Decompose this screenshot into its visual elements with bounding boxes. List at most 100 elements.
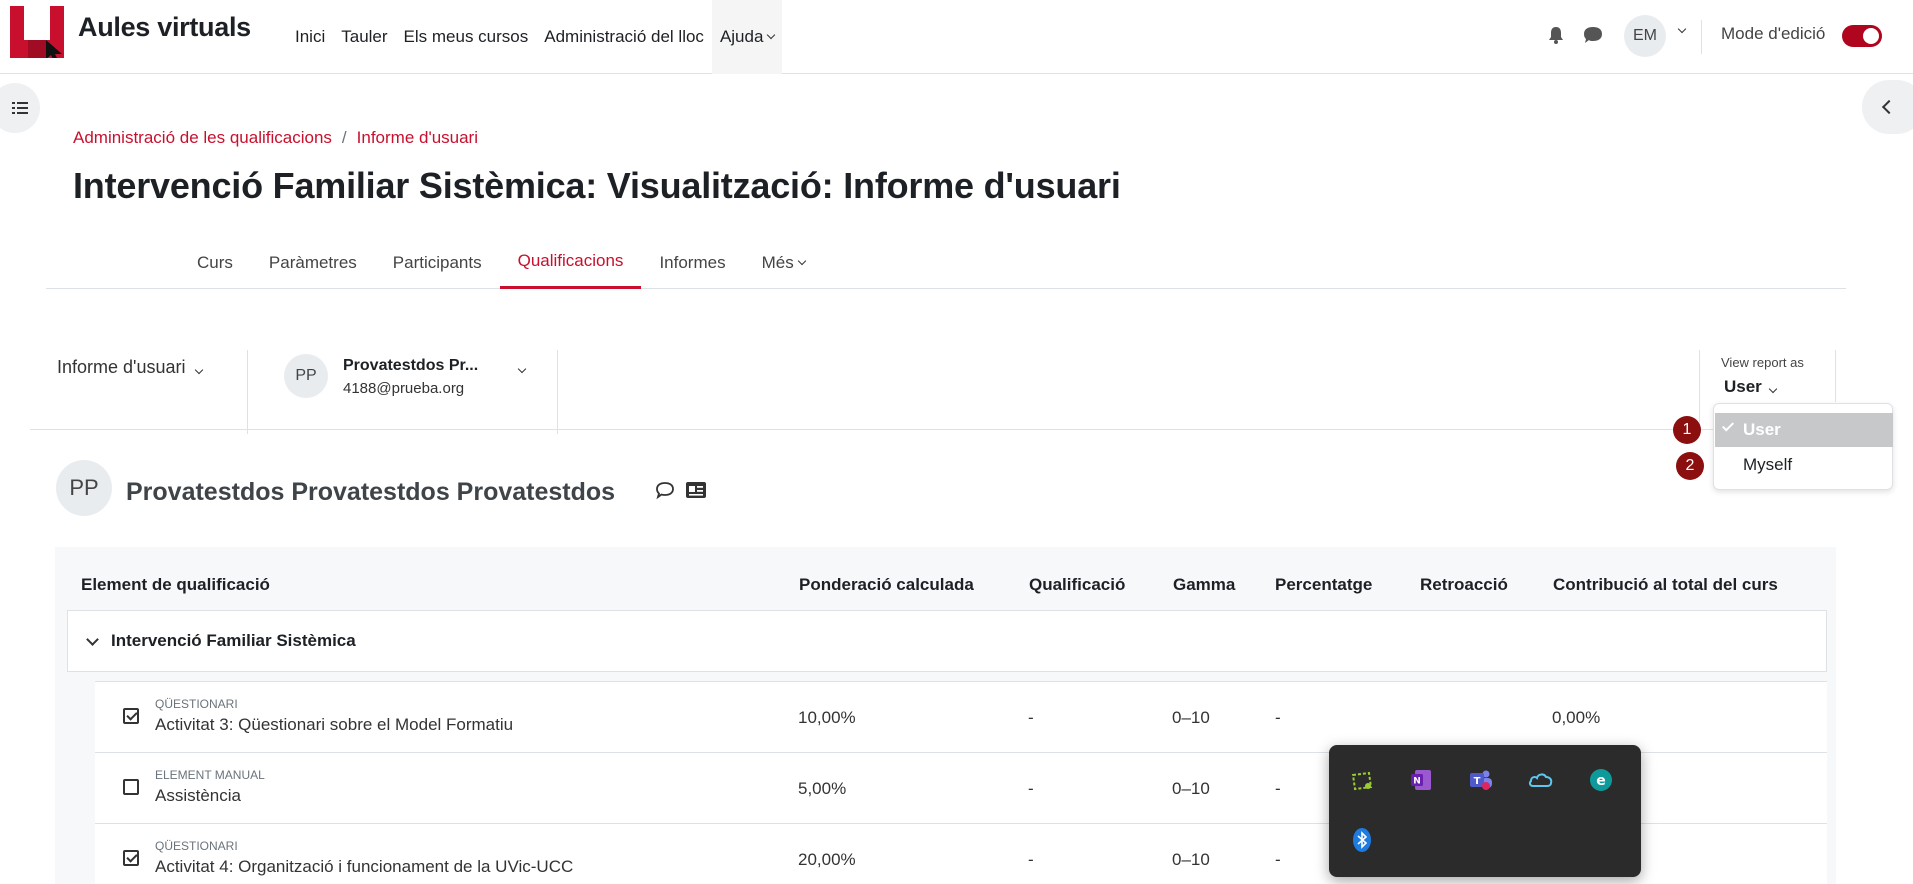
tab-qualificacions[interactable]: Qualificacions	[499, 236, 642, 289]
marker-label: 2	[1685, 457, 1695, 474]
nav-item-label: Inici	[295, 27, 326, 46]
avatar-initials: PP	[295, 367, 317, 384]
step-marker-1: 1	[1673, 416, 1701, 444]
chevron-down-icon	[797, 256, 806, 265]
item-name-link[interactable]: Activitat 4: Organització i funcionament…	[155, 857, 573, 877]
selected-user-avatar: PP	[284, 354, 328, 398]
nav-item-label: Ajuda	[719, 27, 764, 46]
report-selector[interactable]: Informe d'usuari	[57, 357, 203, 378]
view-report-as-selector[interactable]: User	[1724, 377, 1778, 397]
eset-icon[interactable]: e	[1588, 767, 1614, 793]
course-index-drawer-toggle[interactable]	[0, 83, 40, 133]
svg-text:T: T	[1474, 776, 1481, 787]
divider	[1835, 350, 1836, 402]
user-profile-card-icon[interactable]	[686, 481, 706, 499]
nav-item-tauler[interactable]: Tauler	[333, 0, 395, 74]
column-header-grade: Qualificació	[1029, 575, 1126, 594]
chevron-down-icon	[194, 365, 203, 375]
system-tray-overflow: N T e	[1329, 745, 1641, 877]
list-icon	[12, 102, 28, 114]
item-type: Qüestionari	[155, 839, 238, 853]
tab-mes[interactable]: Més	[744, 236, 823, 289]
avatar-initials: EM	[1633, 27, 1657, 44]
tab-parametres[interactable]: Paràmetres	[251, 236, 375, 289]
column-header-weight: Ponderació calculada	[799, 575, 974, 594]
site-name[interactable]: Aules virtuals	[78, 12, 251, 43]
divider	[1701, 20, 1702, 54]
svg-text:e: e	[1596, 773, 1606, 789]
quiz-icon	[123, 850, 139, 866]
view-report-as-value: User	[1724, 377, 1762, 396]
tab-label: Curs	[197, 252, 233, 272]
bluetooth-icon[interactable]	[1349, 827, 1375, 853]
nav-item-my-courses[interactable]: Els meus cursos	[396, 0, 537, 74]
message-user-icon[interactable]	[655, 480, 675, 500]
edit-mode-label: Mode d'edició	[1721, 24, 1826, 43]
grade-cell: -	[1028, 708, 1034, 727]
user-selector-chevron-down-icon[interactable]	[517, 364, 527, 374]
chevron-down-icon	[1768, 384, 1778, 394]
grade-cell: -	[1028, 850, 1034, 869]
tab-label: Paràmetres	[268, 252, 357, 272]
dropdown-option-user[interactable]: User	[1715, 413, 1893, 447]
report-selector-label: Informe d'usuari	[57, 357, 186, 377]
notifications-bell-icon[interactable]	[1546, 25, 1566, 45]
chevron-down-icon[interactable]	[86, 633, 99, 646]
site-logo[interactable]	[10, 6, 64, 58]
primary-nav: Inici Tauler Els meus cursos Administrac…	[287, 0, 783, 74]
nav-item-site-admin[interactable]: Administració del lloc	[536, 0, 712, 74]
item-type: Element manual	[155, 768, 265, 782]
nav-item-inici[interactable]: Inici	[287, 0, 333, 74]
block-drawer-toggle[interactable]	[1862, 80, 1913, 134]
teams-icon[interactable]: T	[1468, 767, 1494, 793]
step-marker-2: 2	[1676, 452, 1704, 480]
nav-item-label: Administració del lloc	[544, 27, 704, 46]
chevron-down-icon[interactable]	[1677, 24, 1687, 34]
top-navbar: Aules virtuals Inici Tauler Els meus cur…	[0, 0, 1913, 74]
marker-label: 1	[1682, 421, 1692, 438]
snipping-tool-icon[interactable]	[1349, 767, 1375, 793]
user-menu-avatar[interactable]: EM	[1624, 15, 1666, 57]
breadcrumb-link-grade-admin[interactable]: Administració de les qualificacions	[73, 128, 332, 148]
percentage-cell: -	[1275, 708, 1281, 727]
item-type: Qüestionari	[155, 697, 238, 711]
svg-text:N: N	[1413, 777, 1421, 787]
item-name-link[interactable]: Activitat 3: Qüestionari sobre el Model …	[155, 715, 513, 735]
category-row[interactable]: Intervenció Familiar Sistèmica	[67, 610, 1827, 672]
tab-label: Qualificacions	[517, 251, 624, 270]
percentage-cell: -	[1275, 850, 1281, 869]
table-row: Qüestionari Activitat 3: Qüestionari sob…	[95, 681, 1827, 752]
manual-item-icon	[123, 779, 139, 795]
option-label: User	[1743, 420, 1781, 439]
column-header-feedback: Retroacció	[1420, 575, 1508, 594]
check-icon	[1721, 419, 1735, 432]
breadcrumb-separator: /	[341, 128, 347, 147]
tab-participants[interactable]: Participants	[375, 236, 500, 289]
range-cell: 0–10	[1172, 850, 1210, 869]
selected-user-name[interactable]: Provatestdos Pr...	[343, 357, 478, 375]
user-full-name[interactable]: Provatestdos Provatestdos Provatestdos	[126, 478, 615, 507]
nav-item-ajuda[interactable]: Ajuda	[711, 0, 783, 74]
percentage-cell: -	[1275, 779, 1281, 798]
view-report-as-dropdown: User Myself	[1713, 403, 1893, 490]
divider	[247, 350, 248, 434]
range-cell: 0–10	[1172, 779, 1210, 798]
breadcrumb: Administració de les qualificacions / In…	[73, 128, 478, 148]
onenote-icon[interactable]: N	[1409, 767, 1435, 793]
secondary-nav: Curs Paràmetres Participants Qualificaci…	[46, 236, 1846, 289]
tab-informes[interactable]: Informes	[641, 236, 743, 289]
contribution-cell: 0,00%	[1552, 708, 1601, 727]
onedrive-icon[interactable]	[1528, 767, 1554, 793]
view-report-as-label: View report as	[1721, 355, 1804, 370]
quiz-icon	[123, 708, 139, 724]
breadcrumb-link-user-report[interactable]: Informe d'usuari	[357, 128, 478, 148]
weight-cell: 20,00%	[798, 850, 856, 869]
range-cell: 0–10	[1172, 708, 1210, 727]
tab-label: Més	[761, 252, 794, 272]
nav-item-label: Els meus cursos	[403, 27, 529, 46]
edit-mode-toggle[interactable]	[1842, 25, 1882, 47]
item-name: Assistència	[155, 786, 241, 805]
tab-curs[interactable]: Curs	[179, 236, 251, 289]
dropdown-option-myself[interactable]: Myself	[1715, 448, 1893, 482]
messages-icon[interactable]	[1582, 24, 1604, 46]
